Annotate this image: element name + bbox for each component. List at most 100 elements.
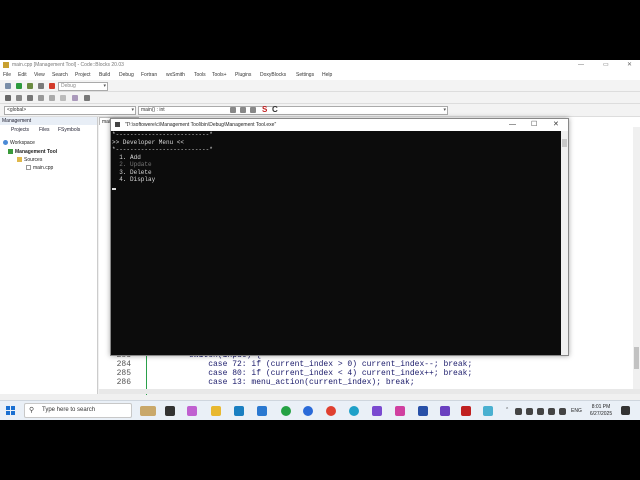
codeblocks-app-icon bbox=[3, 62, 9, 68]
edge-beta-icon[interactable] bbox=[349, 406, 359, 416]
debug-windows-icon[interactable] bbox=[60, 95, 66, 101]
workspace-icon bbox=[3, 140, 8, 146]
rebuild-icon[interactable] bbox=[38, 83, 44, 89]
tree-item-workspace[interactable]: Workspace bbox=[3, 139, 35, 147]
menu-wxsmith[interactable]: wxSmith bbox=[166, 70, 185, 80]
scroll-thumb[interactable] bbox=[634, 347, 639, 369]
tab-files[interactable]: Files bbox=[39, 127, 50, 133]
start-button[interactable] bbox=[6, 406, 15, 415]
maximize-icon[interactable]: ☐ bbox=[531, 119, 537, 131]
outlook-icon[interactable] bbox=[257, 406, 267, 416]
menu-help[interactable]: Help bbox=[322, 70, 332, 80]
taskbar-clock[interactable]: 8:01 PM 6/27/2025 bbox=[588, 404, 614, 418]
editor-vertical-scrollbar[interactable] bbox=[633, 127, 640, 392]
notifications-icon[interactable] bbox=[621, 406, 630, 415]
tab-fsymbols[interactable]: FSymbols bbox=[58, 127, 80, 133]
app-icon[interactable] bbox=[395, 406, 405, 416]
text-cursor bbox=[112, 188, 116, 190]
weather-widget-icon[interactable] bbox=[140, 406, 156, 416]
menu-tools[interactable]: Tools bbox=[194, 70, 206, 80]
step-into-icon[interactable] bbox=[27, 95, 33, 101]
menu-tools-plus[interactable]: Tools+ bbox=[212, 70, 227, 80]
menu-search[interactable]: Search bbox=[52, 70, 68, 80]
console-output[interactable]: *--------------------------* >> Develope… bbox=[111, 131, 561, 355]
visual-studio-icon[interactable] bbox=[372, 406, 382, 416]
menu-view[interactable]: View bbox=[34, 70, 45, 80]
whatsapp-icon[interactable] bbox=[281, 406, 291, 416]
console-window[interactable]: "D:\softowere\c\Management Tool\bin\Debu… bbox=[110, 118, 569, 356]
debug-info-icon[interactable] bbox=[72, 95, 78, 101]
scroll-thumb[interactable] bbox=[562, 139, 567, 147]
line-text: case 80: if (current_index < 4) current_… bbox=[189, 369, 473, 378]
step-out-icon[interactable] bbox=[38, 95, 44, 101]
menu-file[interactable]: File bbox=[3, 70, 11, 80]
menu-doxyblocks[interactable]: DoxyBlocks bbox=[260, 70, 286, 80]
zoom-out-icon[interactable] bbox=[240, 107, 246, 113]
replace-icon[interactable]: C bbox=[272, 105, 278, 114]
task-view-icon[interactable] bbox=[165, 406, 175, 416]
match-case-icon[interactable] bbox=[250, 107, 256, 113]
menu-build[interactable]: Build bbox=[99, 70, 110, 80]
menu-debug[interactable]: Debug bbox=[119, 70, 134, 80]
tree-item-sources[interactable]: Sources bbox=[17, 156, 42, 164]
build-run-icon[interactable] bbox=[27, 83, 33, 89]
taskbar-search[interactable]: ⚲ Type here to search bbox=[24, 403, 132, 418]
close-icon[interactable]: ✕ bbox=[553, 119, 559, 131]
onenote-icon[interactable] bbox=[440, 406, 450, 416]
watch-icon[interactable] bbox=[84, 95, 90, 101]
step-icon[interactable] bbox=[16, 95, 22, 101]
build-target-select[interactable]: Debug ▾ bbox=[58, 82, 108, 91]
tree-item-main-cpp[interactable]: main.cpp bbox=[26, 164, 53, 172]
search-placeholder: Type here to search bbox=[42, 407, 96, 413]
store-icon[interactable] bbox=[234, 406, 244, 416]
abort-icon[interactable] bbox=[49, 83, 55, 89]
editor-horizontal-scrollbar[interactable] bbox=[99, 389, 640, 394]
close-icon[interactable]: ✕ bbox=[627, 60, 632, 70]
chevron-down-icon: ▾ bbox=[103, 83, 106, 89]
management-header: Management bbox=[0, 117, 97, 125]
file-explorer-icon[interactable] bbox=[211, 406, 221, 416]
recorder-icon[interactable] bbox=[461, 406, 471, 416]
maximize-icon[interactable]: ▭ bbox=[603, 60, 609, 70]
language-indicator[interactable]: ENG bbox=[571, 408, 582, 414]
scope-value: <global> bbox=[7, 107, 27, 113]
volume-icon[interactable] bbox=[559, 408, 566, 415]
debug-start-icon[interactable] bbox=[5, 95, 11, 101]
search-toolbar: S C bbox=[110, 104, 570, 117]
taskbar: ⚲ Type here to search ⌃ ENG 8:01 PM 6/27… bbox=[0, 400, 640, 420]
wifi-icon[interactable] bbox=[548, 408, 555, 415]
line-text: case 72: if (current_index > 0) current_… bbox=[189, 360, 473, 369]
minimize-icon[interactable]: — bbox=[509, 119, 516, 131]
tray-chevron-icon[interactable]: ⌃ bbox=[505, 407, 509, 413]
tab-projects[interactable]: Projects bbox=[11, 127, 29, 133]
regex-icon[interactable]: S bbox=[262, 105, 267, 114]
next-instruction-icon[interactable] bbox=[49, 95, 55, 101]
battery-icon[interactable] bbox=[537, 408, 544, 415]
edge-icon[interactable] bbox=[303, 406, 313, 416]
menu-project[interactable]: Project bbox=[75, 70, 91, 80]
build-icon[interactable] bbox=[5, 83, 11, 89]
menu-option-add: 1. Add bbox=[112, 153, 141, 161]
project-icon bbox=[8, 149, 13, 155]
menu-option-delete: 3. Delete bbox=[112, 168, 152, 176]
tree-item-project[interactable]: Management Tool bbox=[8, 148, 57, 156]
chrome-icon[interactable] bbox=[326, 406, 336, 416]
copilot-icon[interactable] bbox=[187, 406, 197, 416]
menu-fortran[interactable]: Fortran bbox=[141, 70, 157, 80]
menu-edit[interactable]: Edit bbox=[18, 70, 27, 80]
zoom-in-icon[interactable] bbox=[230, 107, 236, 113]
minimize-icon[interactable]: — bbox=[578, 60, 584, 70]
run-icon[interactable] bbox=[16, 83, 22, 89]
onedrive-icon[interactable] bbox=[526, 408, 533, 415]
codeblocks-taskbar-icon[interactable] bbox=[483, 406, 493, 416]
word-icon[interactable] bbox=[418, 406, 428, 416]
menu-option-display: 4. Display bbox=[112, 176, 156, 183]
network-icon[interactable] bbox=[515, 408, 522, 415]
management-panel: Management Projects Files FSymbols Works… bbox=[0, 117, 98, 394]
menu-plugins[interactable]: Plugins bbox=[235, 70, 251, 80]
console-scrollbar[interactable] bbox=[561, 131, 568, 355]
clock-time: 8:01 PM bbox=[591, 404, 611, 410]
line-text: case 13: menu_action(current_index); bre… bbox=[189, 378, 415, 387]
menu-settings[interactable]: Settings bbox=[296, 70, 314, 80]
console-title-bar[interactable]: "D:\softowere\c\Management Tool\bin\Debu… bbox=[111, 119, 568, 131]
